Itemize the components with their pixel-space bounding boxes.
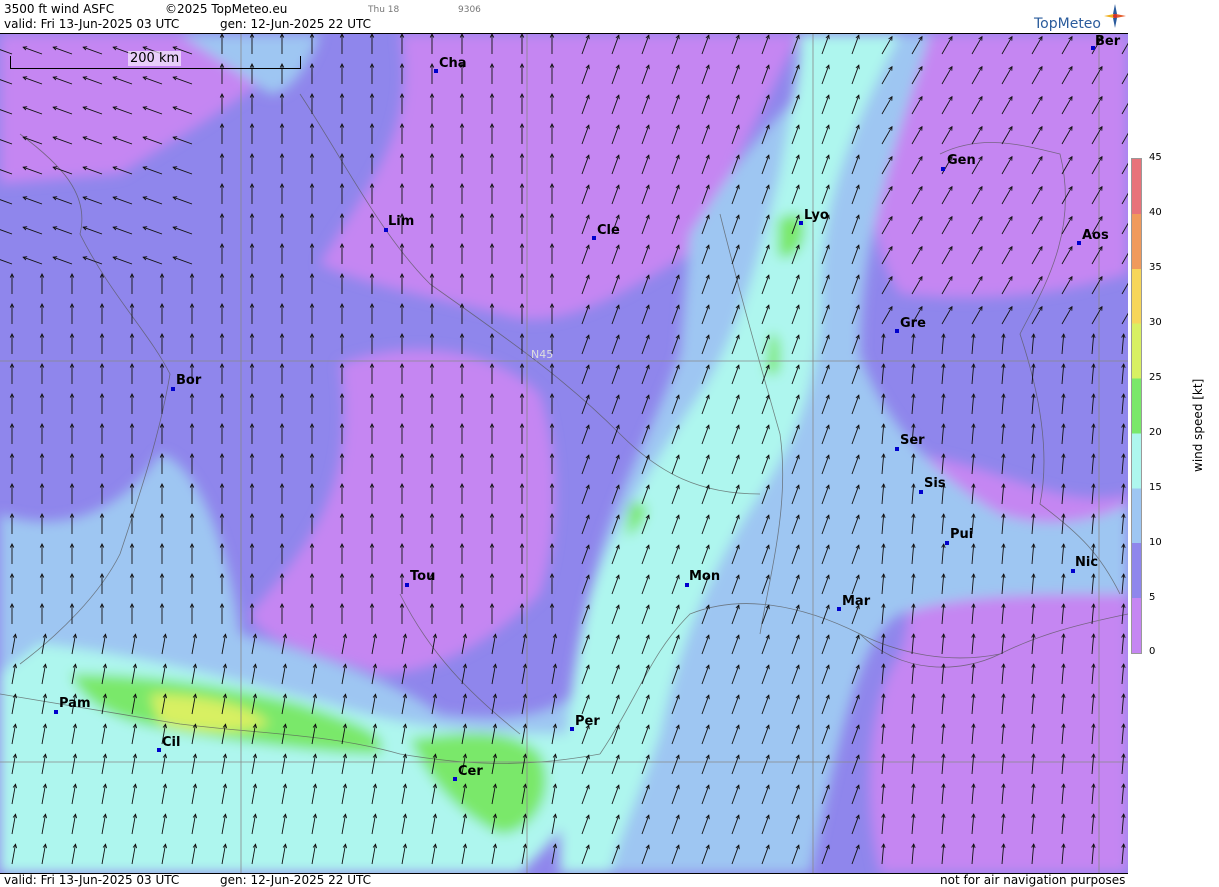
generated-time: gen: 12-Jun-2025 22 UTC <box>220 17 372 31</box>
city-marker <box>54 710 58 714</box>
copyright-text: ©2025 TopMeteo.eu <box>165 2 288 16</box>
city-label-ser: Ser <box>900 433 925 448</box>
colorbar-tick: 20 <box>1149 427 1162 438</box>
city-marker <box>405 583 409 587</box>
city-marker <box>434 69 438 73</box>
city-marker <box>453 777 457 781</box>
footer-generated-time: gen: 12-Jun-2025 22 UTC <box>220 873 372 887</box>
city-marker <box>945 541 949 545</box>
city-marker <box>799 221 803 225</box>
city-label-pui: Pui <box>950 527 974 542</box>
day-tag: Thu 18 <box>368 5 400 15</box>
city-marker <box>570 727 574 731</box>
footer-disclaimer: not for air navigation purposes <box>940 873 1126 887</box>
colorbar-tick: 5 <box>1149 592 1156 603</box>
valid-time: valid: Fri 13-Jun-2025 03 UTC <box>4 17 180 31</box>
colorbar-tick: 30 <box>1149 317 1162 328</box>
city-label-pam: Pam <box>59 696 91 711</box>
colorbar-tick: 10 <box>1149 537 1162 548</box>
product-title: 3500 ft wind ASFC <box>4 2 115 16</box>
city-label-lim: Lim <box>388 214 415 229</box>
city-marker <box>941 167 945 171</box>
city-label-per: Per <box>575 714 600 729</box>
colorbar-tick: 25 <box>1149 372 1162 383</box>
city-label-cha: Cha <box>439 56 467 71</box>
scale-label: 200 km <box>128 51 182 66</box>
city-marker <box>919 490 923 494</box>
city-marker <box>837 607 841 611</box>
wind-speed-colorbar <box>1131 158 1142 654</box>
colorbar-title: wind speed [kt] <box>1191 378 1205 472</box>
city-marker <box>157 748 161 752</box>
city-label-cer: Cer <box>458 764 483 779</box>
city-marker <box>171 387 175 391</box>
city-label-bor: Bor <box>176 373 202 388</box>
city-marker <box>895 329 899 333</box>
compass-star-icon <box>1104 4 1126 28</box>
city-label-tou: Tou <box>410 569 436 584</box>
topmeteo-logo: TopMeteo <box>1034 4 1126 32</box>
logo-text: TopMeteo <box>1034 16 1101 32</box>
footer-valid-time: valid: Fri 13-Jun-2025 03 UTC <box>4 873 180 887</box>
colorbar-tick: 35 <box>1149 262 1162 273</box>
colorbar-tick: 45 <box>1149 152 1162 163</box>
city-label-nic: Nic <box>1075 555 1099 570</box>
city-label-gre: Gre <box>900 316 926 331</box>
city-marker <box>895 447 899 451</box>
city-label-mon: Mon <box>689 569 721 584</box>
city-label-mar: Mar <box>842 594 871 609</box>
colorbar-tick: 0 <box>1149 646 1156 657</box>
city-label-ber: Ber <box>1095 34 1121 49</box>
city-label-gen: Gen <box>947 153 976 168</box>
latitude-label: N45 <box>531 348 554 361</box>
city-label-sis: Sis <box>924 476 946 491</box>
code-tag: 9306 <box>458 5 481 15</box>
city-label-cle: Cle <box>597 223 620 238</box>
city-marker <box>592 236 596 240</box>
colorbar-tick: 40 <box>1149 207 1162 218</box>
city-marker <box>1077 241 1081 245</box>
city-label-aos: Aos <box>1082 228 1109 243</box>
colorbar-tick: 15 <box>1149 482 1162 493</box>
city-label-cil: Cil <box>162 735 181 750</box>
city-label-lyo: Lyo <box>804 208 829 223</box>
